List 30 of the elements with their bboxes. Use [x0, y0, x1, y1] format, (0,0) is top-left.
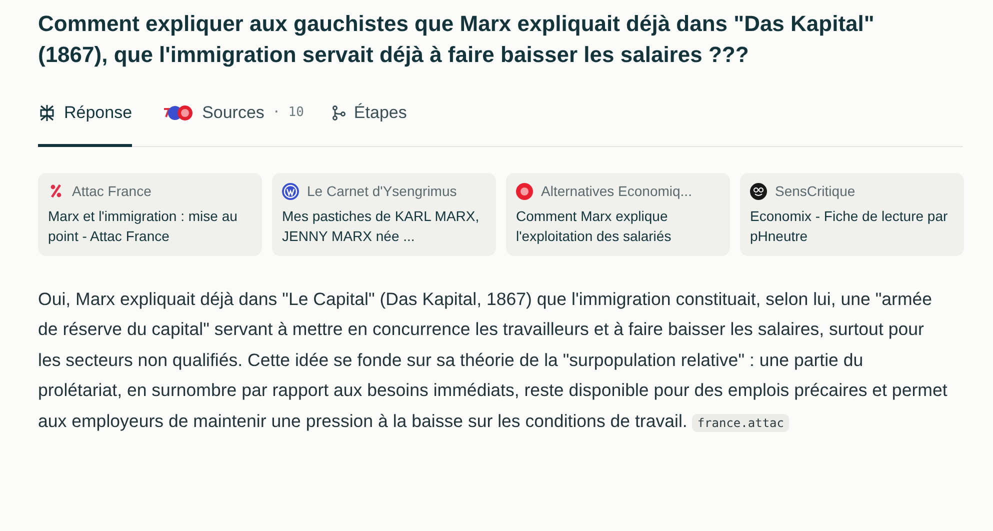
- dot-separator: ·: [272, 104, 280, 122]
- source-site: Le Carnet d'Ysengrimus: [307, 182, 457, 201]
- source-site: Alternatives Economiq...: [541, 182, 692, 201]
- source-card[interactable]: SensCritique Economix - Fiche de lecture par pHneutre: [740, 172, 964, 256]
- source-count: 10: [288, 104, 304, 122]
- branch-icon: [332, 104, 346, 121]
- source-card[interactable]: Le Carnet d'Ysengrimus Mes pastiches de KARL MARX, JENNY MARX née ...: [272, 172, 496, 256]
- answer-icon: [38, 104, 56, 122]
- source-title: Economix - Fiche de lecture par pHneutre: [750, 206, 949, 246]
- answer-text: Oui, Marx expliquait déjà dans "Le Capital" (Das Kapital, 1867) que l'immigration constituait, selon lui, une "armée de réserve du capital" servant à mettre en concurrence les travailleurs et à faire baisser les salaires, surtout pour les secteurs non qualifiés. Cette idée se fonde sur sa théorie de la "surpopulation relative" : une partie du prolétariat, en surnombre par rapport aux besoins immédiats, reste disponible pour des emplois précaires et permet aux employeurs de maintenir une pression à la baisse sur les conditions de travail. france.attac: [38, 288, 948, 434]
- source-title: Marx et l'immigration : mise au point - Attac France: [48, 206, 238, 246]
- tab-label: Réponse: [64, 102, 132, 124]
- percent-icon: [48, 183, 64, 199]
- tab-label: Sources: [202, 102, 264, 124]
- source-site: Attac France: [72, 182, 152, 200]
- question-title: Comment expliquer aux gauchistes que Marx expliquait déjà dans "Das Kapital" (1867), que l'immigration servait déjà à faire baisser les salaires ???: [38, 10, 876, 69]
- source-title: Mes pastiches de KARL MARX, JENNY MARX née ...: [282, 206, 480, 246]
- source-site: SensCritique: [775, 182, 856, 201]
- tab-label: Étapes: [354, 102, 407, 124]
- favicon-stack-icon: [160, 104, 194, 121]
- mask-icon: [750, 182, 767, 200]
- source-card[interactable]: Alternatives Economiq... Comment Marx explique l'exploitation des salariés: [506, 172, 730, 256]
- tab[interactable]: Réponse: [38, 92, 132, 146]
- wordpress-icon: [282, 182, 299, 200]
- tab[interactable]: Sources · 10: [160, 92, 304, 146]
- source-card[interactable]: Attac France Marx et l'immigration : mise au point - Attac France: [38, 172, 262, 256]
- citation-chip[interactable]: france.attac: [692, 414, 790, 432]
- tab[interactable]: Étapes: [332, 92, 407, 146]
- site-logo-icon: [516, 182, 533, 200]
- source-title: Comment Marx explique l'exploitation des salariés: [516, 206, 672, 246]
